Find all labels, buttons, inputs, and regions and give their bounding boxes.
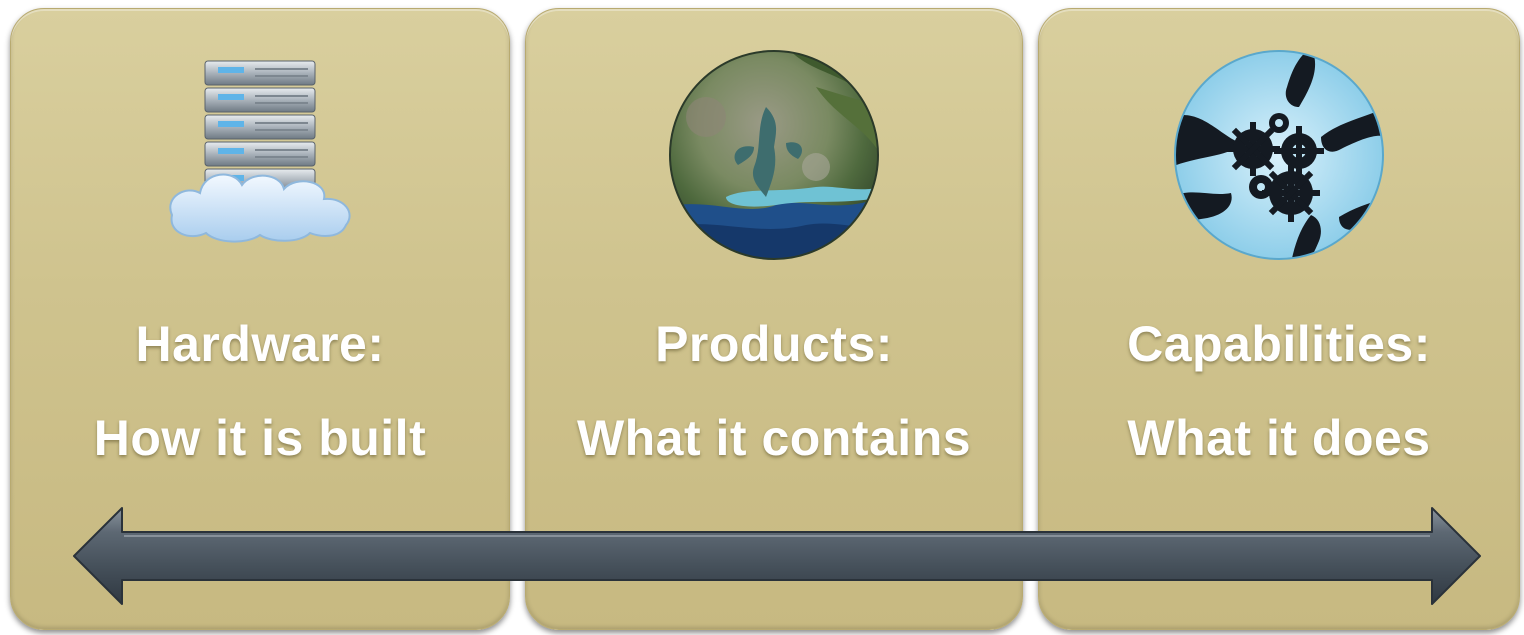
- products-panel: Products: What it contains: [525, 8, 1023, 630]
- hardware-panel: Hardware: How it is built: [10, 8, 510, 630]
- capabilities-subtitle: What it does: [1127, 410, 1431, 466]
- hardware-title: Hardware:: [135, 316, 385, 372]
- server-cloud-icon: [11, 47, 509, 267]
- hardware-subtitle: How it is built: [93, 410, 427, 466]
- satellite-globe-icon: [526, 47, 1022, 267]
- capabilities-title: Capabilities:: [1127, 316, 1431, 372]
- products-subtitle: What it contains: [576, 410, 972, 466]
- capabilities-panel: Capabilities: What it does: [1038, 8, 1520, 630]
- products-title: Products:: [655, 316, 893, 372]
- hands-gears-icon: [1039, 47, 1519, 267]
